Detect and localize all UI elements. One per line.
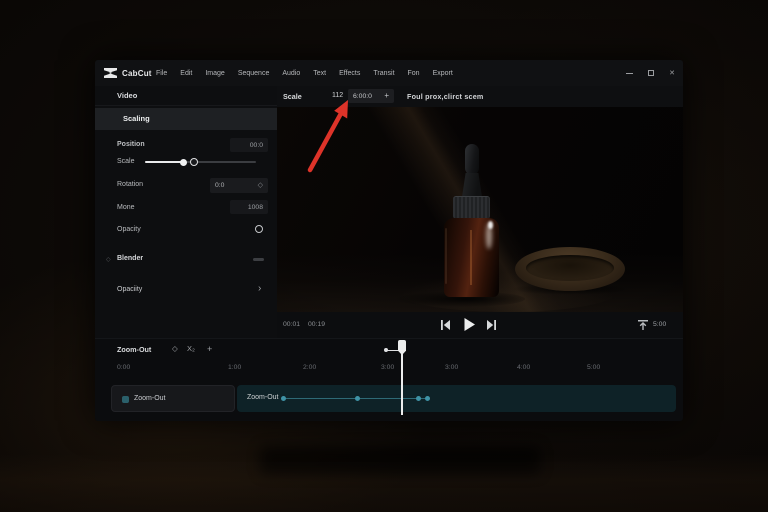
mone-value: 1008	[247, 203, 263, 211]
ruler-tick-5: 4:00	[517, 364, 531, 371]
preview-scale-value: 112	[332, 92, 344, 99]
opacity-dial-icon[interactable]	[255, 225, 263, 233]
menu-item-edit[interactable]: Edit	[180, 70, 192, 77]
playhead-line[interactable]	[401, 354, 403, 415]
position-value: 00:0	[249, 141, 263, 149]
preview-hint-text: Foul prox,clirct scem	[407, 92, 484, 101]
rotation-label: Rotation	[117, 181, 144, 188]
scale-slider-fill	[145, 161, 184, 163]
monitor-stand-shadow	[260, 446, 540, 474]
keyframe-diamond-icon[interactable]: ◇	[172, 345, 178, 353]
inspector-header-label: Video	[117, 91, 138, 100]
preview-viewport[interactable]	[277, 107, 683, 312]
skip-back-icon[interactable]	[440, 319, 451, 331]
current-time: 00:01	[283, 321, 301, 328]
blender-label: Blender	[117, 255, 144, 262]
ruler-tick-3: 3:00	[381, 364, 395, 371]
fit-to-screen-icon[interactable]	[637, 319, 649, 331]
rotation-input[interactable]: 0:0 ◇	[210, 178, 268, 193]
timeline-tool-label: Zoom-Out	[117, 345, 152, 354]
app-name: CabCut	[122, 68, 152, 78]
menu-item-image[interactable]: Image	[205, 70, 224, 77]
mone-value-box[interactable]: 1008	[230, 200, 268, 214]
window-controls: ✕	[626, 60, 675, 86]
keyframe-dot[interactable]	[281, 396, 286, 401]
menu-item-sequence[interactable]: Sequence	[238, 70, 270, 77]
inspector-header: Video	[95, 86, 277, 106]
section-scaling[interactable]: Scaling	[95, 108, 277, 130]
menu-item-audio[interactable]: Audio	[282, 70, 300, 77]
ruler-tick-6: 5:00	[587, 364, 601, 371]
timeline-clip-1[interactable]: Zoom-Out	[111, 385, 235, 412]
scale-label: Scale	[117, 158, 135, 165]
opacity2-chevron-icon[interactable]: ›	[258, 284, 261, 294]
viewport-vignette	[277, 107, 683, 312]
add-keyframe-icon[interactable]: +	[207, 345, 212, 354]
transport-bar: 00:01 00:19 5:00	[277, 312, 683, 338]
clip-1-label: Zoom-Out	[134, 395, 166, 402]
blender-bullet-icon: ◇	[106, 257, 111, 263]
titlebar: CabCut File Edit Image Sequence Audio Te…	[95, 60, 683, 86]
ruler-tick-4: 3:00	[445, 364, 459, 371]
sequence-end-time: 5:00	[653, 321, 667, 328]
keyframe-dot[interactable]	[355, 396, 360, 401]
menu-bar: File Edit Image Sequence Audio Text Effe…	[155, 70, 453, 77]
clip-effect-icon	[122, 396, 129, 403]
keyframe-dot[interactable]	[416, 396, 421, 401]
maximize-icon[interactable]	[648, 70, 655, 76]
playhead-handle[interactable]	[398, 340, 406, 355]
timeline-panel: Zoom-Out ◇ X₂ + 0:00 1:00 2:00 3:00 3:00…	[95, 338, 683, 421]
inspector-panel: Video Scaling Position 00:0 Scale Rotati…	[95, 86, 277, 338]
capcut-logo-icon	[104, 68, 117, 78]
menu-item-text[interactable]: Text	[313, 70, 326, 77]
ruler-tick-2: 2:00	[303, 364, 317, 371]
app-logo: CabCut	[95, 68, 155, 78]
opacity2-label: Opaciity	[117, 286, 143, 293]
rotation-value: 0:0	[215, 182, 225, 189]
menu-item-export[interactable]: Export	[433, 70, 453, 77]
timecode-box[interactable]: 6:00:0 +	[348, 89, 394, 103]
menu-item-transit[interactable]: Transit	[373, 70, 394, 77]
clip-2-label: Zoom-Out	[247, 394, 279, 401]
total-duration: 00:19	[308, 321, 326, 328]
rotation-stepper-icon[interactable]: ◇	[258, 182, 263, 189]
ruler-tick-1: 1:00	[228, 364, 242, 371]
scale-slider-ghost-knob[interactable]	[190, 158, 198, 166]
skip-forward-icon[interactable]	[486, 319, 497, 331]
menu-item-file[interactable]: File	[156, 70, 167, 77]
ruler-tick-0: 0:00	[117, 364, 131, 371]
scale-slider-knob[interactable]	[180, 158, 187, 166]
x2-tool-icon[interactable]: X₂	[187, 345, 195, 353]
desk-photo-scene: CabCut File Edit Image Sequence Audio Te…	[0, 0, 768, 512]
menu-item-effects[interactable]: Effects	[339, 70, 360, 77]
menu-item-fon[interactable]: Fon	[408, 70, 420, 77]
minimize-icon[interactable]	[626, 72, 634, 74]
timeline-clip-2[interactable]: Zoom-Out	[237, 385, 676, 412]
opacity-label: Opacity	[117, 226, 141, 233]
position-value-box[interactable]: 00:0	[230, 138, 268, 152]
play-button-icon[interactable]	[462, 317, 476, 332]
preview-scale-label: Scale	[283, 92, 302, 101]
preview-toolbar: Scale 112 6:00:0 + Foul prox,clirct scem	[277, 86, 683, 107]
timecode-plus-button[interactable]: +	[384, 92, 389, 100]
close-icon[interactable]: ✕	[669, 70, 675, 77]
preview-pane: Scale 112 6:00:0 + Foul prox,clirct scem	[277, 86, 683, 338]
section-scaling-label: Scaling	[123, 114, 150, 123]
mone-label: Mone	[117, 204, 135, 211]
blender-toggle[interactable]	[253, 258, 264, 261]
app-window: CabCut File Edit Image Sequence Audio Te…	[95, 60, 683, 421]
keyframe-dot[interactable]	[425, 396, 430, 401]
position-label: Position	[117, 141, 145, 148]
timecode-value: 6:00:0	[353, 92, 372, 100]
